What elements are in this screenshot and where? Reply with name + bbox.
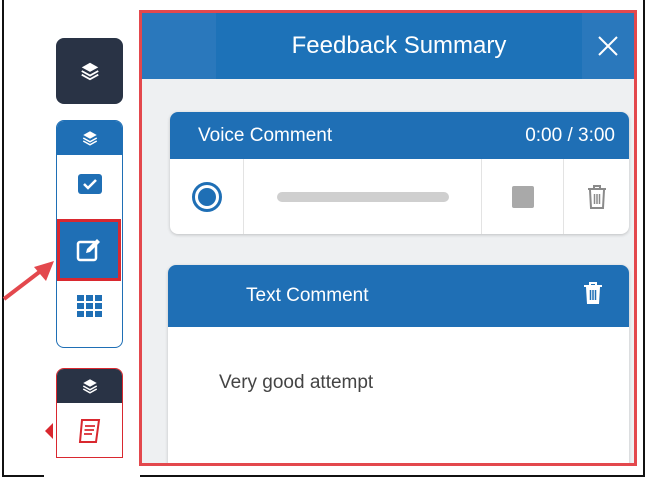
panel-header: Feedback Summary <box>142 13 634 79</box>
panel-title: Feedback Summary <box>216 13 582 79</box>
stop-cell <box>482 159 564 234</box>
checkbox-icon <box>77 174 102 194</box>
layers-icon <box>82 131 97 146</box>
pointer-arrow-icon <box>2 261 54 301</box>
stop-button[interactable] <box>511 185 534 208</box>
progress-cell <box>244 159 482 234</box>
delete-text-button[interactable] <box>583 281 603 311</box>
voice-comment-card: Voice Comment 0:00 / 3:00 <box>170 112 629 234</box>
trash-icon <box>587 184 606 209</box>
edit-tool-button[interactable] <box>57 219 121 281</box>
voice-controls <box>170 159 629 234</box>
close-icon <box>598 36 618 56</box>
text-comment-card: Text Comment Very good attempt <box>168 265 629 463</box>
text-comment-body[interactable]: Very good attempt <box>168 327 629 394</box>
voice-comment-title: Voice Comment <box>198 124 333 146</box>
delete-voice-button[interactable] <box>564 159 629 234</box>
layers-icon <box>80 62 99 81</box>
voice-comment-time: 0:00 / 3:00 <box>525 124 615 146</box>
voice-comment-header: Voice Comment 0:00 / 3:00 <box>170 112 629 159</box>
panel-caret <box>45 423 53 439</box>
grid-tool-button[interactable] <box>57 271 122 341</box>
tool-group-header[interactable] <box>57 121 122 155</box>
record-button[interactable] <box>191 181 222 212</box>
layers-icon <box>82 379 97 394</box>
voice-progress-bar[interactable] <box>276 191 449 202</box>
text-comment-title: Text Comment <box>246 285 369 306</box>
notes-group-header[interactable] <box>57 369 122 403</box>
checkbox-tool-button[interactable] <box>57 155 122 213</box>
text-comment-header: Text Comment <box>168 265 629 327</box>
layers-button[interactable] <box>56 38 123 104</box>
header-left-tab <box>142 13 216 79</box>
notes-group <box>56 368 123 458</box>
notes-button[interactable] <box>57 403 122 457</box>
trash-icon <box>584 282 602 304</box>
edit-icon <box>76 239 100 262</box>
close-button[interactable] <box>582 13 634 79</box>
record-cell <box>170 159 244 234</box>
feedback-summary-panel: Feedback Summary Voice Comment 0:00 / 3:… <box>142 13 634 463</box>
notes-icon <box>78 419 100 443</box>
grid-icon <box>76 295 102 317</box>
